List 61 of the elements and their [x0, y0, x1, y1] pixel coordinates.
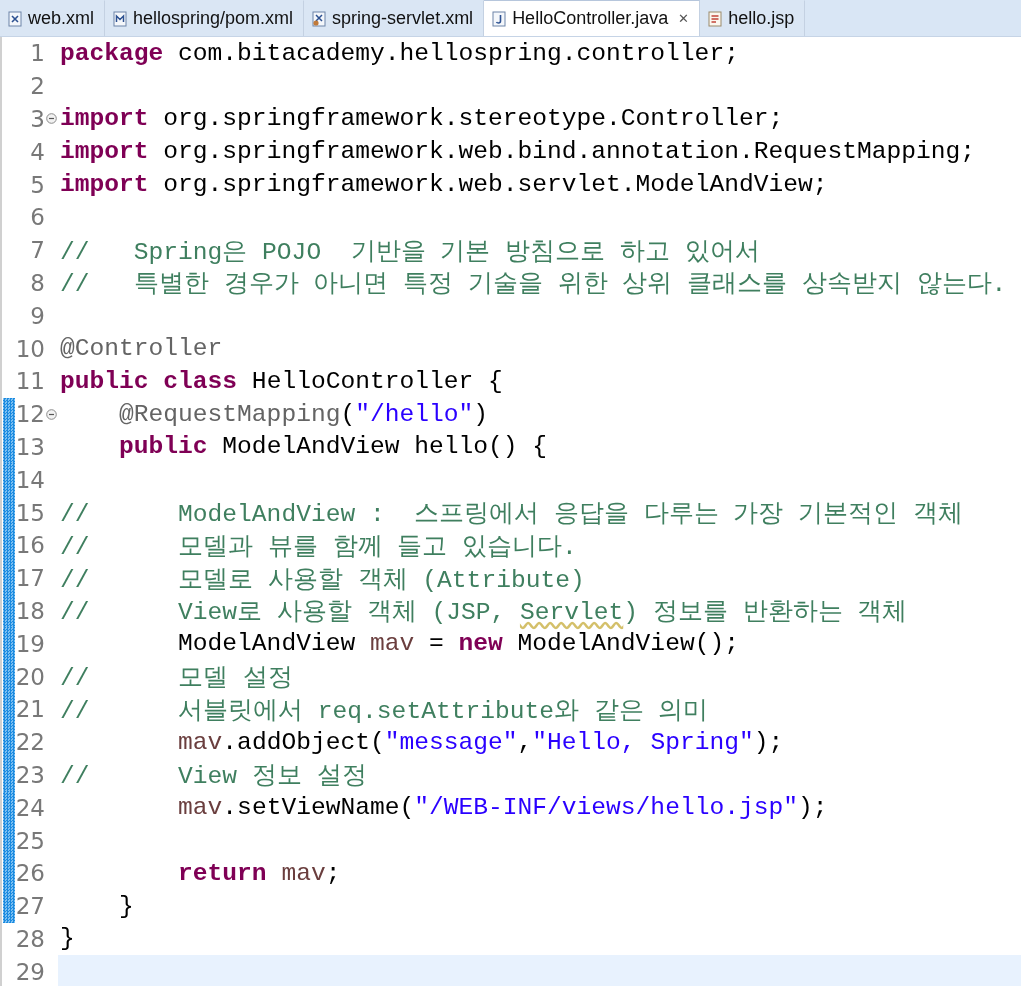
code-line: // 서블릿에서 req.setAttribute와 같은 의미 [60, 696, 709, 726]
collapse-icon[interactable] [45, 408, 57, 420]
line-number: 19 [15, 630, 45, 657]
code-line: import org.springframework.stereotype.Controller; [60, 105, 784, 133]
line-number: 25 [15, 827, 45, 854]
xml-file-icon [8, 10, 22, 27]
code-line: // Spring은 POJO 기반을 기본 방침으로 하고 있어서 [60, 237, 760, 267]
code-line: // View로 사용할 객체 (JSP, Servlet) 정보를 반환하는 객체 [60, 598, 908, 628]
code-line: mav.addObject("message","Hello, Spring"); [177, 728, 784, 756]
maven-file-icon [113, 10, 127, 27]
line-number: 21 [15, 696, 45, 723]
java-file-icon [492, 10, 507, 27]
code-line: // 모델로 사용할 객체 (Attribute) [60, 565, 585, 595]
line-number: 26 [15, 860, 45, 887]
line-number: 1 [29, 40, 45, 67]
line-number: 5 [29, 171, 45, 198]
line-number: 27 [15, 893, 45, 920]
code-line: public class HelloController { [60, 367, 503, 395]
code-line: mav.setViewName("/WEB-INF/views/hello.jsp"); [177, 794, 828, 822]
code-line: package com.bitacademy.hellospring.controller; [60, 39, 739, 67]
code-line: } [118, 892, 134, 920]
jsp-file-icon [708, 10, 723, 27]
collapse-icon[interactable] [45, 113, 57, 125]
code-line: return mav; [177, 859, 341, 887]
line-number: 16 [15, 532, 45, 559]
editor-tab[interactable]: HelloController.java ✕ [484, 0, 701, 36]
code-line: ModelAndView mav = new ModelAndView(); [177, 630, 739, 658]
code-line: // ModelAndView : 스프링에서 응답을 다루는 가장 기본적인 객체 [60, 500, 963, 530]
line-number: 12 [15, 401, 45, 428]
line-number: 6 [29, 204, 45, 231]
code-line: } [60, 925, 75, 953]
line-number: 22 [15, 729, 45, 756]
line-number: 3 [29, 106, 45, 132]
line-number: 24 [15, 794, 45, 821]
code-line: import org.springframework.web.servlet.ModelAndView; [60, 171, 828, 199]
line-number: 7 [29, 237, 45, 264]
line-number: 11 [15, 368, 45, 395]
line-number: 15 [15, 499, 45, 526]
line-number: 28 [15, 925, 45, 952]
line-number: 17 [15, 565, 45, 592]
line-number: 4 [29, 138, 45, 165]
line-number: 20 [15, 663, 45, 690]
code-line: // 모델과 뷰를 함께 들고 있습니다. [60, 532, 577, 562]
line-number: 10 [15, 335, 45, 362]
code-line: // 모델 설정 [60, 664, 293, 694]
line-number: 13 [15, 433, 45, 460]
line-number: 23 [15, 761, 45, 788]
code-line: // 특별한 경우가 아니면 특정 기술을 위한 상위 클래스를 상속받지 않는다. [60, 270, 1007, 300]
line-number: 9 [29, 302, 45, 329]
code-line: import org.springframework.web.bind.annotation.RequestMapping; [60, 138, 976, 166]
code-line: @RequestMapping("/hello") [118, 400, 489, 428]
code-line: // View 정보 설정 [60, 762, 367, 792]
xml-file-icon [312, 10, 327, 27]
line-number: 8 [29, 269, 45, 296]
line-number: 2 [29, 73, 45, 100]
line-number: 18 [15, 597, 45, 624]
code-line: public ModelAndView hello() { [118, 433, 548, 461]
line-number: 14 [15, 466, 45, 493]
code-line: @Controller [60, 335, 223, 363]
line-number: 29 [15, 958, 45, 985]
close-icon[interactable]: ✕ [678, 11, 690, 26]
